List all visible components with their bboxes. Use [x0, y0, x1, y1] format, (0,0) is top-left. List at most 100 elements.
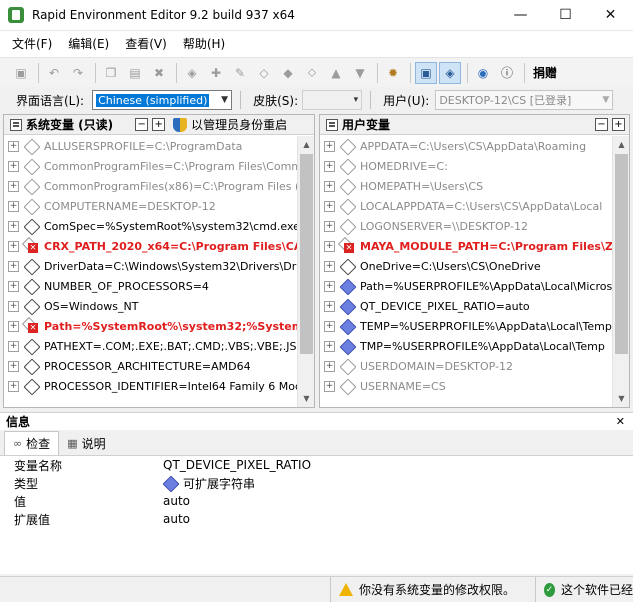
- list-item[interactable]: + HOMEDRIVE=C:: [320, 156, 612, 176]
- expand-icon[interactable]: +: [8, 160, 19, 172]
- list-item[interactable]: + USERNAME=CS: [320, 376, 612, 396]
- expand-icon[interactable]: +: [324, 260, 335, 272]
- list-item[interactable]: + Path=%SystemRoot%\system32;%SystemRoot%: [4, 316, 297, 336]
- list-item[interactable]: + TMP=%USERPROFILE%\AppData\Local\Temp: [320, 336, 612, 356]
- list-item[interactable]: + HOMEPATH=\Users\CS: [320, 176, 612, 196]
- scroll-up-icon[interactable]: ▲: [613, 136, 630, 153]
- expand-all-button[interactable]: +: [612, 118, 625, 131]
- add-value-icon[interactable]: ✚: [205, 62, 227, 84]
- edit-icon[interactable]: ✎: [229, 62, 251, 84]
- list-item[interactable]: + CommonProgramFiles(x86)=C:\Program File…: [4, 176, 297, 196]
- list-item[interactable]: + COMPUTERNAME=DESKTOP-12: [4, 196, 297, 216]
- copy-value-icon[interactable]: ◆: [277, 62, 299, 84]
- save-icon[interactable]: ▣: [10, 62, 32, 84]
- expand-icon[interactable]: +: [324, 320, 335, 332]
- expand-icon[interactable]: +: [324, 300, 335, 312]
- collapse-all-button[interactable]: −: [595, 118, 608, 131]
- menu-view[interactable]: 查看(V): [117, 31, 175, 57]
- redo-icon[interactable]: ↷: [67, 62, 89, 84]
- expand-all-button[interactable]: +: [152, 118, 166, 131]
- close-button[interactable]: ✕: [588, 0, 633, 31]
- expand-icon[interactable]: +: [324, 220, 335, 232]
- restart-as-admin-button[interactable]: 以管理员身份重启: [191, 116, 287, 133]
- skin-select[interactable]: ▾: [302, 90, 363, 110]
- property-row[interactable]: 变量名称 QT_DEVICE_PIXEL_RATIO: [0, 456, 633, 474]
- tag-icon[interactable]: ⬦: [301, 62, 323, 84]
- expand-icon[interactable]: +: [8, 180, 19, 192]
- help-icon[interactable]: ⓘ: [496, 62, 518, 84]
- tab-inspect[interactable]: ∞ 检查: [4, 431, 60, 455]
- property-row[interactable]: 值 auto: [0, 492, 633, 510]
- list-item[interactable]: + ALLUSERSPROFILE=C:\ProgramData: [4, 136, 297, 156]
- scroll-down-icon[interactable]: ▼: [298, 390, 315, 407]
- list-item[interactable]: + LOCALAPPDATA=C:\Users\CS\AppData\Local: [320, 196, 612, 216]
- expand-icon[interactable]: +: [8, 240, 19, 252]
- collapse-all-button[interactable]: −: [135, 118, 149, 131]
- duplicate-icon[interactable]: ◇: [253, 62, 275, 84]
- paste-icon[interactable]: ▤: [124, 62, 146, 84]
- expand-icon[interactable]: +: [324, 280, 335, 292]
- tab-description[interactable]: ▦ 说明: [59, 431, 113, 455]
- undo-icon[interactable]: ↶: [43, 62, 65, 84]
- expand-icon[interactable]: +: [8, 320, 19, 332]
- system-list-scrollbar[interactable]: ▲ ▼: [297, 136, 314, 407]
- scroll-thumb[interactable]: [615, 154, 628, 354]
- expand-icon[interactable]: +: [8, 300, 19, 312]
- user-select[interactable]: DESKTOP-12\CS [已登录] ▼: [435, 90, 614, 110]
- expand-icon[interactable]: +: [8, 200, 19, 212]
- expand-icon[interactable]: +: [324, 380, 335, 392]
- menu-file[interactable]: 文件(F): [4, 31, 60, 57]
- expand-icon[interactable]: +: [8, 260, 19, 272]
- donate-button[interactable]: 捐赠: [533, 64, 557, 81]
- list-item[interactable]: + NUMBER_OF_PROCESSORS=4: [4, 276, 297, 296]
- list-item[interactable]: + Path=%USERPROFILE%\AppData\Local\Micros…: [320, 276, 612, 296]
- move-down-icon[interactable]: ▼: [349, 62, 371, 84]
- list-item[interactable]: + APPDATA=C:\Users\CS\AppData\Roaming: [320, 136, 612, 156]
- expand-icon[interactable]: +: [324, 240, 335, 252]
- expand-icon[interactable]: +: [8, 380, 19, 392]
- list-item[interactable]: + QT_DEVICE_PIXEL_RATIO=auto: [320, 296, 612, 316]
- property-row[interactable]: 扩展值 auto: [0, 510, 633, 528]
- expand-icon[interactable]: +: [8, 360, 19, 372]
- add-variable-icon[interactable]: ◈: [181, 62, 203, 84]
- list-item[interactable]: + PROCESSOR_ARCHITECTURE=AMD64: [4, 356, 297, 376]
- scroll-up-icon[interactable]: ▲: [298, 136, 315, 153]
- expand-icon[interactable]: +: [324, 360, 335, 372]
- list-item[interactable]: + ComSpec=%SystemRoot%\system32\cmd.exe: [4, 216, 297, 236]
- scroll-down-icon[interactable]: ▼: [613, 390, 630, 407]
- expand-icon[interactable]: +: [324, 140, 335, 152]
- list-item[interactable]: + CRX_PATH_2020_x64=C:\Program Files\CAXA: [4, 236, 297, 256]
- list-item[interactable]: + OS=Windows_NT: [4, 296, 297, 316]
- expand-icon[interactable]: +: [8, 220, 19, 232]
- list-item[interactable]: + DriverData=C:\Windows\System32\Drivers\…: [4, 256, 297, 276]
- expand-icon[interactable]: +: [324, 200, 335, 212]
- info-close-button[interactable]: ✕: [616, 415, 625, 428]
- expand-icon[interactable]: +: [8, 140, 19, 152]
- language-select[interactable]: Chinese (simplified) ▼: [92, 90, 233, 110]
- list-item[interactable]: + OneDrive=C:\Users\CS\OneDrive: [320, 256, 612, 276]
- copy-icon[interactable]: ❐: [100, 62, 122, 84]
- expand-icon[interactable]: +: [324, 160, 335, 172]
- list-item[interactable]: + TEMP=%USERPROFILE%\AppData\Local\Temp: [320, 316, 612, 336]
- scroll-thumb[interactable]: [300, 154, 313, 354]
- move-up-icon[interactable]: ▲: [325, 62, 347, 84]
- settings-gear-icon[interactable]: ✹: [382, 62, 404, 84]
- menu-help[interactable]: 帮助(H): [175, 31, 233, 57]
- list-item[interactable]: + LOGONSERVER=\\DESKTOP-12: [320, 216, 612, 236]
- property-row[interactable]: 类型 可扩展字符串: [0, 474, 633, 492]
- expand-icon[interactable]: +: [324, 340, 335, 352]
- list-item[interactable]: + PATHEXT=.COM;.EXE;.BAT;.CMD;.VBS;.VBE;.…: [4, 336, 297, 356]
- expand-icon[interactable]: +: [8, 280, 19, 292]
- delete-icon[interactable]: ✖: [148, 62, 170, 84]
- expand-icon[interactable]: +: [8, 340, 19, 352]
- list-item[interactable]: + PROCESSOR_IDENTIFIER=Intel64 Family 6 M…: [4, 376, 297, 396]
- list-item[interactable]: + CommonProgramFiles=C:\Program Files\Com…: [4, 156, 297, 176]
- tag-view-icon[interactable]: ◈: [439, 61, 461, 84]
- maximize-button[interactable]: ☐: [543, 0, 588, 31]
- minimize-button[interactable]: —: [498, 0, 543, 31]
- user-list-scrollbar[interactable]: ▲ ▼: [612, 136, 629, 407]
- menu-edit[interactable]: 编辑(E): [60, 31, 117, 57]
- list-item[interactable]: + MAYA_MODULE_PATH=C:\Program Files\Ziva: [320, 236, 612, 256]
- window-view-icon[interactable]: ▣: [415, 61, 437, 84]
- globe-icon[interactable]: ◉: [472, 62, 494, 84]
